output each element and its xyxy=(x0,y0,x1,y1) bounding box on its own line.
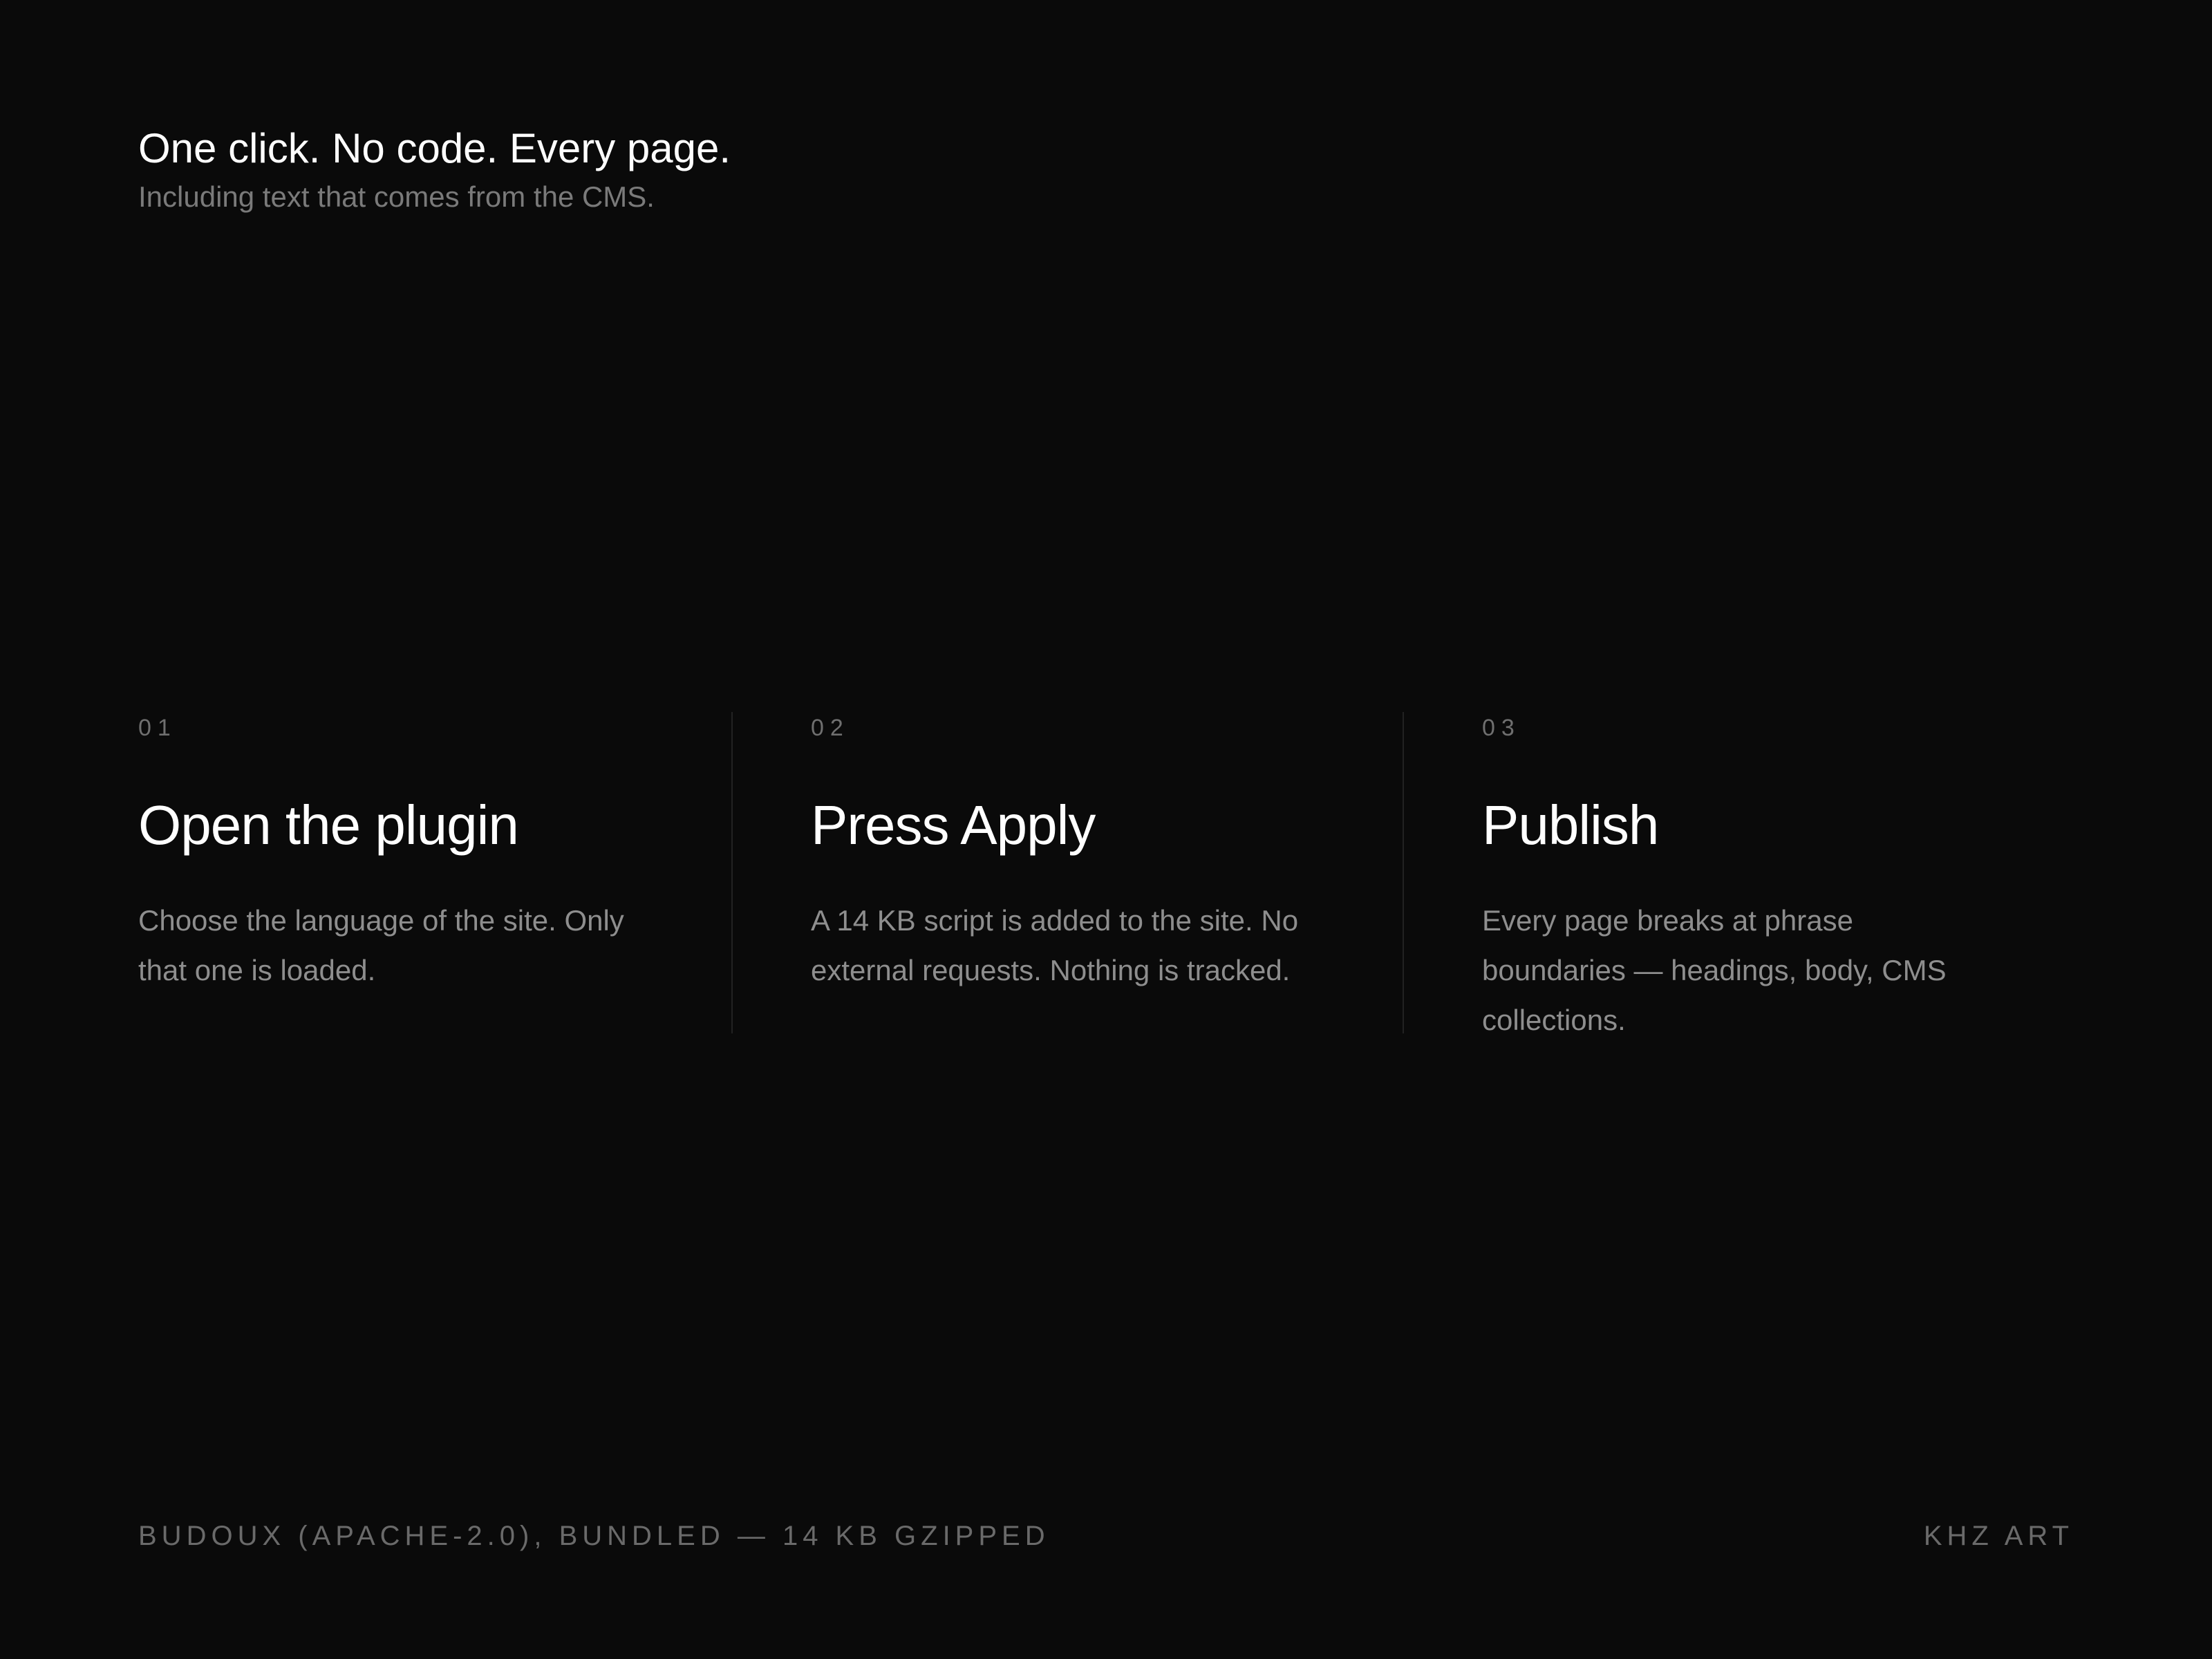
step-title: Press Apply xyxy=(811,794,1096,856)
step-description: Every page breaks at phrase boundaries —… xyxy=(1482,904,1947,1036)
step-press-apply: 02 Press Apply A 14 KB script is added t… xyxy=(731,712,1403,1033)
steps-section: 01 Open the plugin Choose the language o… xyxy=(138,712,2074,1036)
step-title: Open the plugin xyxy=(138,794,519,856)
step-publish: 03 Publish Every page breaks at phrase b… xyxy=(1403,712,2074,1036)
step-number: 01 xyxy=(138,715,177,741)
step-description: Choose the language of the site. Only th… xyxy=(138,904,624,986)
step-description: A 14 KB script is added to the site. No … xyxy=(811,904,1299,986)
page-headline: One click. No code. Every page. xyxy=(138,125,731,171)
step-open-plugin: 01 Open the plugin Choose the language o… xyxy=(138,712,731,1033)
page-header: One click. No code. Every page. Includin… xyxy=(138,121,731,218)
step-title: Publish xyxy=(1482,794,1659,856)
page-subheadline: Including text that comes from the CMS. xyxy=(138,180,655,213)
footer-brand[interactable]: KHZ ART xyxy=(1924,1518,2074,1554)
step-number: 02 xyxy=(811,715,850,741)
step-number: 03 xyxy=(1482,715,1521,741)
footer-credits: BUDOUX (APACHE-2.0), BUNDLED — 14 KB GZI… xyxy=(138,1521,1050,1551)
